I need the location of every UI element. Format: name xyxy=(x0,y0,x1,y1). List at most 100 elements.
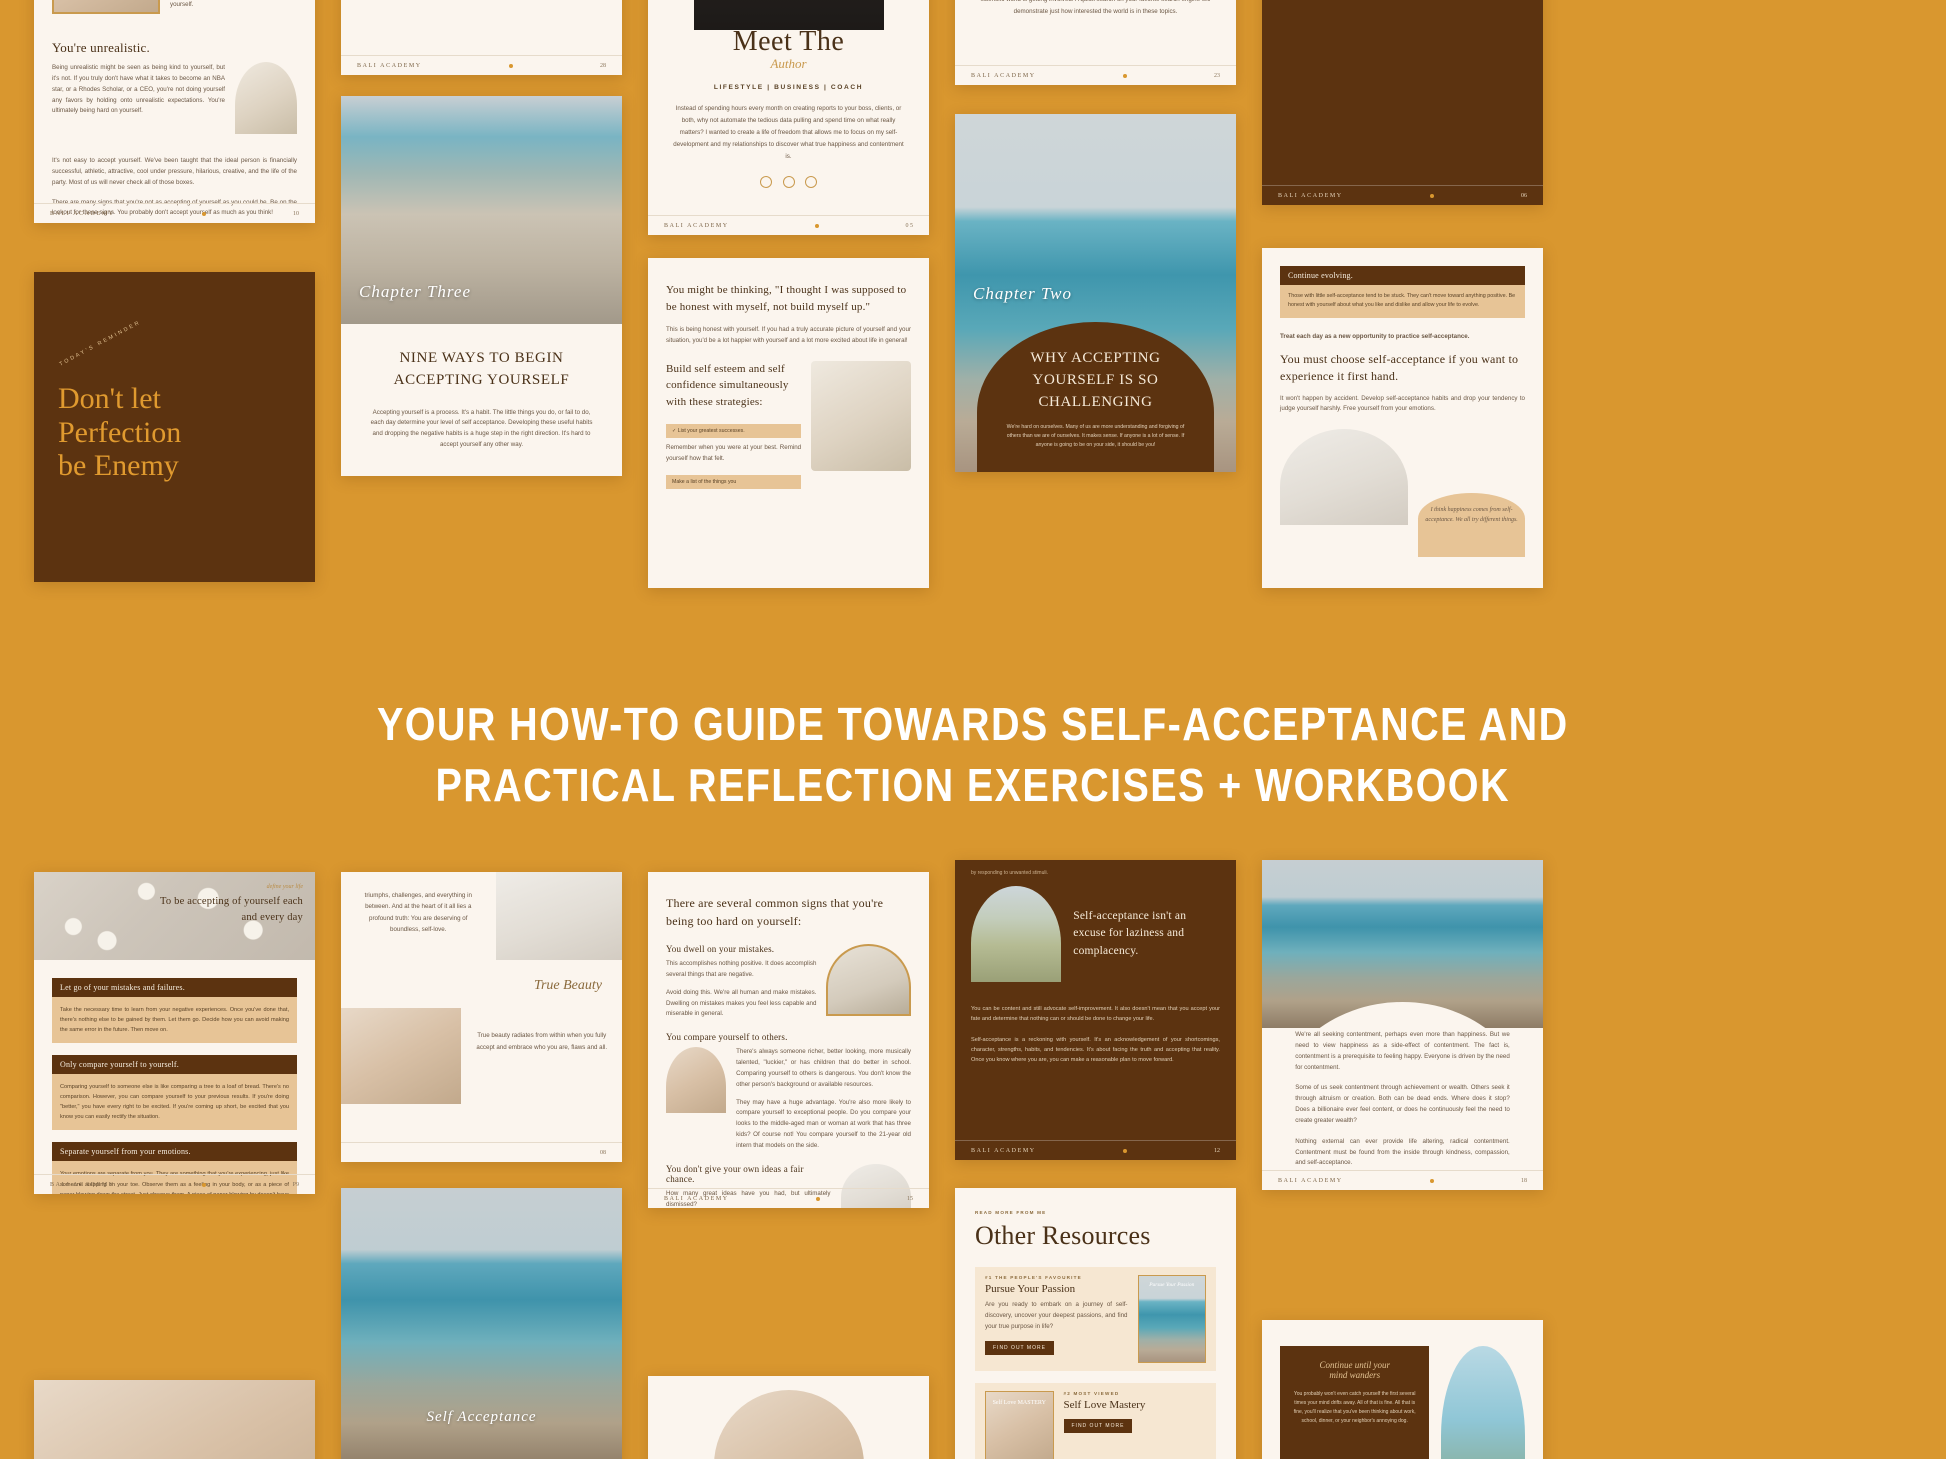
page-card-chapter-two[interactable]: Chapter Two WHY ACCEPTING YOURSELF IS SO… xyxy=(955,114,1236,472)
headline-line-2: PRACTICAL REFLECTION EXERCISES + WORKBOO… xyxy=(435,759,1511,811)
thought-subheading: Build self esteem and self confidence si… xyxy=(666,362,789,408)
evolving-callout-body: Those with little self-acceptance tend t… xyxy=(1280,285,1525,318)
page-footer: BALI ACADEMY 12 xyxy=(955,1140,1236,1160)
checklist-item-2[interactable]: Make a list of the things you xyxy=(666,474,802,489)
page-card-breathing[interactable]: the air moving past the edges of your no… xyxy=(341,0,622,75)
page-card-mind-wanders[interactable]: Continue until your mind wanders You pro… xyxy=(1262,1320,1543,1459)
top-fragment-text: yourself. xyxy=(170,1,194,8)
page-card-meditation[interactable]: Meditation and mindfulness are all the r… xyxy=(955,0,1236,85)
page-card-thought-supposed[interactable]: You might be thinking, "I thought I was … xyxy=(648,258,929,588)
brand-label: BALI ACADEMY xyxy=(1278,1177,1343,1184)
signs-s2-p1: There's always someone richer, better lo… xyxy=(736,1048,911,1088)
checklist-item-1[interactable]: ✓ List your greatest successes. xyxy=(666,424,802,439)
chapter-eyebrow: Chapter Three xyxy=(359,282,472,301)
page-footer: BALI ACADEMY 08 xyxy=(341,1142,622,1162)
footer-dot xyxy=(1122,1148,1127,1153)
thought-heading: You might be thinking, "I thought I was … xyxy=(666,284,907,313)
page-card-other-resources[interactable]: READ MORE FROM ME Other Resources #1 THE… xyxy=(955,1188,1236,1459)
footer-dot xyxy=(1429,193,1434,198)
footer-dot xyxy=(815,223,820,228)
contentment-arch-panel: We're all seeking contentment, perhaps e… xyxy=(1273,1002,1532,1190)
mind-body: You probably won't even catch yourself t… xyxy=(1293,1391,1416,1424)
chapter-three-photo: Chapter Three xyxy=(341,96,622,324)
page-card-bottom-portrait[interactable] xyxy=(34,1380,315,1459)
page-footer: BALI ACADEMY 28 xyxy=(341,55,622,75)
laziness-heading-2: excuse for laziness and xyxy=(1073,927,1185,940)
page-card-unrealistic[interactable]: yourself. You're unrealistic. Being unre… xyxy=(34,0,315,223)
page-card-bottom-center[interactable] xyxy=(648,1376,929,1459)
daily-headline-1: To be accepting of yourself each xyxy=(160,896,303,907)
daily-script: define your life xyxy=(266,884,303,890)
author-title-script: Author xyxy=(770,56,807,71)
resource-1-cta-button[interactable]: FIND OUT MORE xyxy=(985,1340,1054,1355)
contentment-para-2: Some of us seek contentment through achi… xyxy=(1295,1084,1510,1124)
photo-thumbnail xyxy=(52,0,160,14)
daily-section-1-body: Take the necessary time to learn from yo… xyxy=(52,997,297,1044)
page-footer: BALI ACADEMY 0 5 xyxy=(648,215,929,235)
page-number: 08 xyxy=(599,1149,606,1156)
true-beauty-top-text: triumphs, challenges, and everything in … xyxy=(364,892,472,934)
signs-heading: There are several common signs that you'… xyxy=(666,896,884,928)
daily-section-3-title: Separate yourself from your emotions. xyxy=(52,1142,297,1162)
meditation-body: Meditation and mindfulness are all the r… xyxy=(981,0,1211,16)
laziness-heading-1: Self-acceptance isn't an xyxy=(1073,910,1187,923)
resource-item-2[interactable]: Self Love MASTERY #2 MOST VIEWED Self Lo… xyxy=(975,1383,1216,1459)
chapter-title-line-2: ACCEPTING YOURSELF xyxy=(393,371,570,388)
palm-photo xyxy=(1441,1346,1525,1459)
checklist-item-2-label: Make a list of the things you xyxy=(672,478,737,485)
page-card-contentment[interactable]: We're all seeking contentment, perhaps e… xyxy=(1262,860,1543,1190)
resource-2-cta-button[interactable]: FIND OUT MORE xyxy=(1063,1419,1133,1433)
page-card-chapter-three[interactable]: Chapter Three NINE WAYS TO BEGIN ACCEPTI… xyxy=(341,96,622,476)
chapter-two-title-1: WHY ACCEPTING xyxy=(1030,350,1161,366)
page-footer: BALI ACADEMY 15 xyxy=(648,1188,929,1208)
signs-s1-title: You dwell on your mistakes. xyxy=(666,944,775,954)
page-card-perfection-reminder[interactable]: TODAY'S REMINDER Don't let Perfection be… xyxy=(34,272,315,582)
page-card-laziness[interactable]: by responding to unwanted stimuli. Self-… xyxy=(955,860,1236,1160)
photo-art-frame xyxy=(235,62,297,134)
resource-2-cover[interactable]: Self Love MASTERY xyxy=(985,1391,1054,1459)
page-card-meet-the-author[interactable]: Meet The Author LIFESTYLE | BUSINESS | C… xyxy=(648,0,929,235)
perfection-line-2: Perfection xyxy=(58,415,182,449)
page-card-continue-evolving[interactable]: Continue evolving. Those with little sel… xyxy=(1262,248,1543,588)
reminder-badge: TODAY'S REMINDER xyxy=(58,319,143,368)
pinterest-icon[interactable] xyxy=(760,176,773,189)
chapter-two-title-3: CHALLENGING xyxy=(1038,393,1153,410)
bottom-center-photo xyxy=(713,1390,864,1459)
daily-section-1-title: Let go of your mistakes and failures. xyxy=(52,978,297,997)
author-title: Meet The xyxy=(732,26,845,57)
page-card-common-signs[interactable]: There are several common signs that you'… xyxy=(648,872,929,1208)
chapter-eyebrow: Chapter Two xyxy=(973,284,1073,303)
page-card-belonging-quote[interactable]: ” The truth is that belonging starts wit… xyxy=(1262,0,1543,205)
perfection-line-1: Don't let xyxy=(58,382,161,415)
resources-eyebrow: READ MORE FROM ME xyxy=(975,1210,1047,1215)
instagram-icon[interactable] xyxy=(782,176,795,189)
signs-s1-p2: Avoid doing this. We're all human and ma… xyxy=(666,988,817,1018)
resource-2-cover-title: Self Love MASTERY xyxy=(992,1400,1046,1406)
resource-item-1[interactable]: #1 THE PEOPLE'S FAVOURITE Pursue Your Pa… xyxy=(975,1267,1216,1371)
page-card-accepting-daily[interactable]: define your life To be accepting of your… xyxy=(34,872,315,1194)
footer-dot xyxy=(201,1182,206,1187)
page-card-self-acceptance-photo[interactable]: Self Acceptance xyxy=(341,1188,622,1459)
footer-dot xyxy=(1429,1178,1434,1183)
self-acceptance-script: Self Acceptance xyxy=(426,1409,537,1425)
true-beauty-quote: True beauty radiates from within when yo… xyxy=(476,1032,608,1051)
footer-dot xyxy=(508,63,513,68)
section-heading: You're unrealistic. xyxy=(52,40,150,55)
facebook-icon[interactable] xyxy=(804,176,817,189)
signs-s1-p1: This accomplishes nothing positive. It d… xyxy=(666,960,817,978)
footer-dot xyxy=(201,211,206,216)
daily-section-2-title: Only compare yourself to yourself. xyxy=(52,1055,297,1075)
social-links[interactable] xyxy=(648,175,929,193)
page-number: 12 xyxy=(1213,1147,1220,1154)
resources-title: Other Resources xyxy=(975,1221,1151,1250)
page-number: P9 xyxy=(292,1181,299,1188)
resource-1-cover[interactable]: Pursue Your Passion xyxy=(1137,1275,1206,1363)
brand-label: BALI ACADEMY xyxy=(664,1195,729,1202)
page-card-true-beauty[interactable]: triumphs, challenges, and everything in … xyxy=(341,872,622,1162)
couple-photo xyxy=(666,1047,727,1114)
chapter-body: Accepting yourself is a process. It's a … xyxy=(370,408,593,449)
resource-2-tag: #2 MOST VIEWED xyxy=(1063,1391,1120,1396)
checklist-item-1-label: List your greatest successes. xyxy=(677,428,745,435)
brand-label: BALI ACADEMY xyxy=(1278,192,1343,199)
resource-1-body: Are you ready to embark on a journey of … xyxy=(985,1301,1128,1330)
